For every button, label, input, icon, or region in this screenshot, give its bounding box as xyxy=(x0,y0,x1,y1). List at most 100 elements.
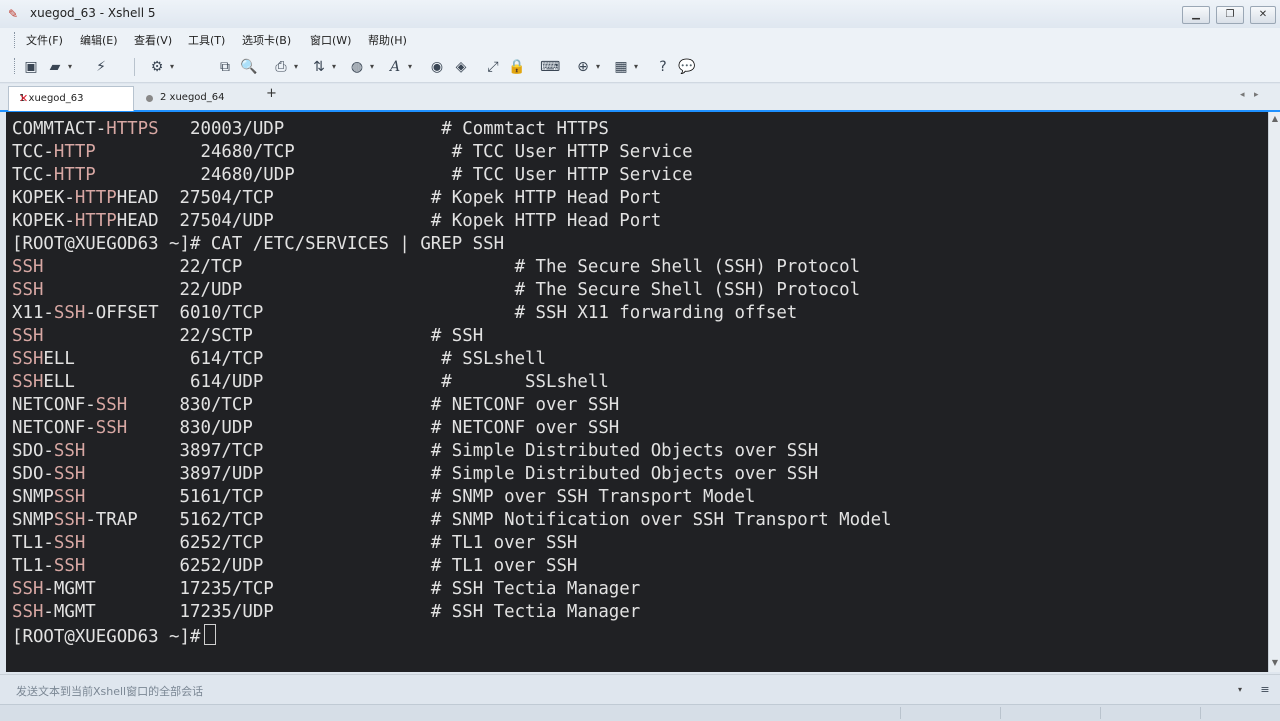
terminal-text: KOPEK- xyxy=(12,188,75,208)
terminal-line: TCC-HTTP 24680/TCP # TCC User HTTP Servi… xyxy=(12,141,693,164)
restore-button[interactable]: ❐ xyxy=(1216,6,1244,24)
grep-match: SSH xyxy=(12,602,44,622)
xftp-icon[interactable]: ◈ xyxy=(452,58,470,76)
copy-icon[interactable]: ⧉ xyxy=(216,58,234,76)
terminal-text: NETCONF- xyxy=(12,418,96,438)
tab-xuegod-63[interactable]: 1 xuegod_63 ✕ xyxy=(8,86,134,111)
fullscreen-icon[interactable]: ⤢ xyxy=(484,58,502,76)
menu-grip xyxy=(14,32,17,48)
grep-match: SSH xyxy=(12,257,44,277)
terminal-text: SDO- xyxy=(12,441,54,461)
close-icon: ✕ xyxy=(1258,9,1268,20)
terminal-line: SSHELL 614/TCP # SSLshell xyxy=(12,348,546,371)
menu-view[interactable]: 查看(V) xyxy=(134,32,172,48)
scroll-down-icon[interactable]: ▼ xyxy=(1270,658,1280,668)
terminal-text: SDO- xyxy=(12,464,54,484)
add-caret-icon[interactable]: ▾ xyxy=(596,62,600,71)
font-caret-icon[interactable]: ▾ xyxy=(408,62,412,71)
terminal-text: -TRAP 5162/TCP # SNMP Notification over … xyxy=(85,510,892,530)
transfer-caret-icon[interactable]: ▾ xyxy=(332,62,336,71)
minimize-button[interactable]: ▁ xyxy=(1182,6,1210,24)
terminal-text: -OFFSET 6010/TCP # SSH X11 forwarding of… xyxy=(85,303,798,323)
compose-bar[interactable]: 发送文本到当前Xshell窗口的全部会话 ▾ ≡ xyxy=(0,674,1280,705)
tab-xuegod-64[interactable]: 2 xuegod_64 xyxy=(140,86,250,110)
terminal-text: 830/UDP # NETCONF over SSH xyxy=(127,418,620,438)
grep-match: HTTPS xyxy=(106,119,159,139)
terminal-text: HEAD 27504/UDP # Kopek HTTP Head Port xyxy=(116,211,662,231)
terminal-text: 22/TCP # The Secure Shell (SSH) Protocol xyxy=(43,257,861,277)
grep-match: SSH xyxy=(53,441,86,461)
terminal-line: SDO-SSH 3897/UDP # Simple Distributed Ob… xyxy=(12,463,818,486)
keyboard-icon[interactable]: ⌨ xyxy=(540,58,560,76)
menu-tools[interactable]: 工具(T) xyxy=(188,32,225,48)
tab-nav-left-icon[interactable]: ◂ xyxy=(1240,90,1245,100)
new-tab-plus-icon[interactable]: + xyxy=(266,86,277,101)
menu-file[interactable]: 文件(F) xyxy=(26,32,63,48)
tab-nav-right-icon[interactable]: ▸ xyxy=(1254,90,1259,100)
grep-match: SSH xyxy=(53,464,86,484)
terminal-text: 22/SCTP # SSH xyxy=(43,326,484,346)
terminal-text: NETCONF- xyxy=(12,395,96,415)
print-icon[interactable]: ⎙ xyxy=(272,58,290,76)
disconnect-icon[interactable]: ⚡ xyxy=(92,58,110,76)
terminal-line: SNMPSSH-TRAP 5162/TCP # SNMP Notificatio… xyxy=(12,509,892,532)
menu-tabs[interactable]: 选项卡(B) xyxy=(242,32,291,48)
close-button[interactable]: ✕ xyxy=(1250,6,1276,24)
status-pane xyxy=(1000,707,1001,719)
compose-menu-icon[interactable]: ≡ xyxy=(1256,681,1274,699)
terminal-text: HEAD 27504/TCP # Kopek HTTP Head Port xyxy=(116,188,662,208)
grep-match: SSH xyxy=(53,556,86,576)
script-icon[interactable]: ◉ xyxy=(428,58,446,76)
terminal-text: SNMP xyxy=(12,487,54,507)
terminal-text: 24680/UDP # TCC User HTTP Service xyxy=(95,165,693,185)
grep-match: HTTP xyxy=(74,211,117,231)
grep-match: SSH xyxy=(95,418,128,438)
open-caret-icon[interactable]: ▾ xyxy=(68,62,72,71)
terminal-text: X11- xyxy=(12,303,54,323)
grep-match: SSH xyxy=(53,487,86,507)
terminal-cursor xyxy=(204,624,217,645)
properties-icon[interactable]: ⚙ xyxy=(148,58,166,76)
minimize-icon: ▁ xyxy=(1192,9,1200,20)
compose-dropdown-icon[interactable]: ▾ xyxy=(1238,685,1242,694)
tab-close-icon[interactable]: ✕ xyxy=(19,87,28,111)
font-icon[interactable]: A xyxy=(386,58,404,76)
add-icon[interactable]: ⊕ xyxy=(574,58,592,76)
menu-window[interactable]: 窗口(W) xyxy=(310,32,351,48)
terminal-line: SDO-SSH 3897/TCP # Simple Distributed Ob… xyxy=(12,440,818,463)
layout-caret-icon[interactable]: ▾ xyxy=(634,62,638,71)
terminal-text: ELL 614/UDP # SSLshell xyxy=(43,372,609,392)
grep-match: SSH xyxy=(53,510,86,530)
globe-caret-icon[interactable]: ▾ xyxy=(370,62,374,71)
terminal-scrollbar[interactable]: ▲ ▼ xyxy=(1268,112,1280,672)
terminal-text: SNMP xyxy=(12,510,54,530)
window-title: xuegod_63 - Xshell 5 xyxy=(30,6,156,20)
transfer-icon[interactable]: ⇅ xyxy=(310,58,328,76)
status-pane xyxy=(900,707,901,719)
terminal-output[interactable]: COMMTACT-HTTPS 20003/UDP # Commtact HTTP… xyxy=(6,112,1268,672)
open-folder-icon[interactable]: ▰ xyxy=(46,58,64,76)
globe-icon[interactable]: ◍ xyxy=(348,58,366,76)
properties-caret-icon[interactable]: ▾ xyxy=(170,62,174,71)
menu-help[interactable]: 帮助(H) xyxy=(368,32,407,48)
lock-icon[interactable]: 🔒 xyxy=(508,58,526,76)
terminal-line: SSH 22/SCTP # SSH xyxy=(12,325,483,348)
terminal-line: KOPEK-HTTPHEAD 27504/UDP # Kopek HTTP He… xyxy=(12,210,661,233)
title-bar: ✎ xuegod_63 - Xshell 5 ▁ ❐ ✕ xyxy=(0,0,1280,29)
terminal-line: SSH-MGMT 17235/UDP # SSH Tectia Manager xyxy=(12,601,640,624)
grep-match: SSH xyxy=(12,579,44,599)
menu-edit[interactable]: 编辑(E) xyxy=(80,32,118,48)
toolbar-separator xyxy=(134,58,135,76)
terminal-text: 3897/TCP # Simple Distributed Objects ov… xyxy=(85,441,819,461)
grep-match: SSH xyxy=(12,349,44,369)
new-session-icon[interactable]: ▣ xyxy=(22,58,40,76)
compose-input[interactable]: 发送文本到当前Xshell窗口的全部会话 xyxy=(16,683,203,699)
chat-icon[interactable]: 💬 xyxy=(678,58,696,76)
find-icon[interactable]: 🔍 xyxy=(240,58,258,76)
tab-label: 2 xuegod_64 xyxy=(160,92,225,103)
layout-icon[interactable]: ▦ xyxy=(612,58,630,76)
help-icon[interactable]: ? xyxy=(654,58,672,76)
print-caret-icon[interactable]: ▾ xyxy=(294,62,298,71)
scroll-up-icon[interactable]: ▲ xyxy=(1270,114,1280,124)
terminal-text: ELL 614/TCP # SSLshell xyxy=(43,349,546,369)
